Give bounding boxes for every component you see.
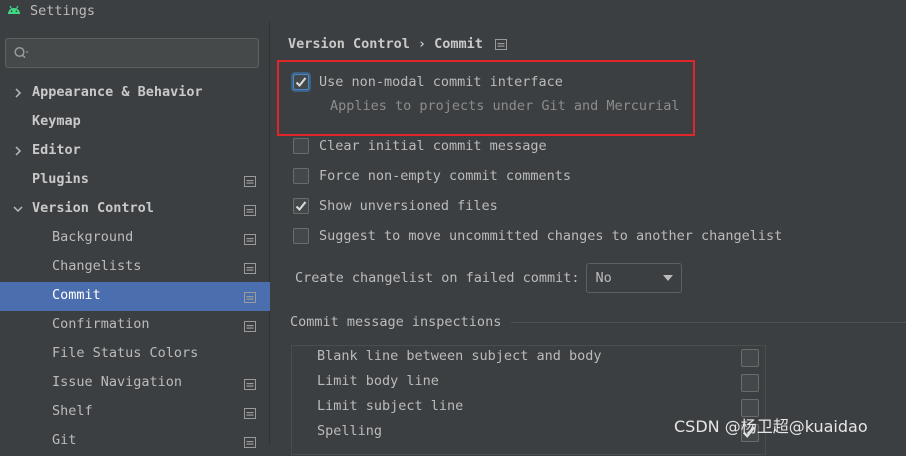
failed-commit-dropdown[interactable]: No <box>586 263 683 293</box>
project-scope-icon <box>244 175 256 187</box>
commit-option-row[interactable]: Show unversioned files <box>293 198 498 214</box>
sidebar-item-label: Changelists <box>52 258 142 274</box>
commit-option-row[interactable]: Force non-empty commit comments <box>293 168 571 184</box>
commit-option-label[interactable]: Force non-empty commit comments <box>319 168 571 184</box>
inspection-label[interactable]: Spelling <box>317 423 382 439</box>
window-title: Settings <box>30 3 96 19</box>
sidebar-item-label: Version Control <box>32 200 154 216</box>
non-modal-commit-option[interactable]: Use non-modal commit interface <box>293 74 563 90</box>
inspections-table: Blank line between subject and body Limit… <box>291 345 766 455</box>
failed-commit-row: Create changelist on failed commit: No <box>295 263 683 293</box>
section-divider <box>511 321 906 323</box>
commit-option-row[interactable]: Suggest to move uncommitted changes to a… <box>293 228 782 244</box>
commit-option-label[interactable]: Suggest to move uncommitted changes to a… <box>319 228 782 244</box>
sidebar-item-version-control[interactable]: Version Control <box>0 195 270 224</box>
project-scope-icon <box>244 378 256 390</box>
commit-option-label[interactable]: Show unversioned files <box>319 198 498 214</box>
android-icon <box>8 5 20 14</box>
sidebar-item-label: Appearance & Behavior <box>32 84 203 100</box>
sidebar-item-background[interactable]: Background <box>0 224 270 253</box>
sidebar-item-file-status-colors[interactable]: File Status Colors <box>0 340 270 369</box>
inspection-label[interactable]: Blank line between subject and body <box>317 348 601 364</box>
sidebar-item-appearance-behavior[interactable]: Appearance & Behavior <box>0 79 270 108</box>
sidebar-item-keymap[interactable]: Keymap <box>0 108 270 137</box>
breadcrumb: Version Control › Commit <box>288 36 507 52</box>
sidebar-item-label: Confirmation <box>52 316 150 332</box>
project-scope-icon <box>244 233 256 245</box>
check-icon <box>295 201 307 211</box>
failed-commit-label: Create changelist on failed commit: <box>295 270 580 286</box>
dropdown-value: No <box>595 270 612 286</box>
chevron-right-icon[interactable] <box>12 145 24 157</box>
sidebar-item-git[interactable]: Git <box>0 427 270 456</box>
project-scope-icon <box>244 407 256 419</box>
non-modal-commit-checkbox[interactable] <box>293 74 309 90</box>
commit-option-row[interactable]: Clear initial commit message <box>293 138 547 154</box>
commit-option-checkbox[interactable] <box>293 138 309 154</box>
sidebar-item-label: Keymap <box>32 113 81 129</box>
sidebar-item-label: Git <box>52 432 77 448</box>
sidebar-item-label: Shelf <box>52 403 93 419</box>
sidebar-item-issue-navigation[interactable]: Issue Navigation <box>0 369 270 398</box>
sidebar-item-label: Plugins <box>32 171 89 187</box>
breadcrumb-parent: Version Control <box>288 36 410 52</box>
sidebar-item-plugins[interactable]: Plugins <box>0 166 270 195</box>
sidebar-item-editor[interactable]: Editor <box>0 137 270 166</box>
commit-option-checkbox[interactable] <box>293 168 309 184</box>
project-scope-icon <box>244 291 256 303</box>
search-icon[interactable] <box>13 45 29 61</box>
project-scope-icon <box>244 436 256 448</box>
breadcrumb-separator: › <box>417 36 427 52</box>
commit-option-label[interactable]: Clear initial commit message <box>319 138 547 154</box>
sidebar-item-commit[interactable]: Commit <box>0 282 270 311</box>
chevron-down-icon[interactable] <box>12 203 24 215</box>
title-bar: Settings <box>0 0 906 22</box>
inspection-checkbox[interactable] <box>741 349 759 367</box>
inspection-label[interactable]: Limit subject line <box>317 398 463 414</box>
project-scope-icon <box>244 262 256 274</box>
sidebar-item-label: Editor <box>32 142 81 158</box>
breadcrumb-current: Commit <box>434 36 483 52</box>
sidebar-item-label: File Status Colors <box>52 345 199 361</box>
settings-search-field[interactable] <box>5 38 259 68</box>
sidebar-item-label: Background <box>52 229 134 245</box>
settings-sidebar: Appearance & Behavior Keymap Editor Plugins… <box>0 22 270 448</box>
commit-settings-panel: Version Control › Commit Use non-modal c… <box>271 22 906 455</box>
sidebar-item-changelists[interactable]: Changelists <box>0 253 270 282</box>
commit-option-checkbox[interactable] <box>293 228 309 244</box>
non-modal-hint: Applies to projects under Git and Mercur… <box>330 98 680 114</box>
inspection-label[interactable]: Limit body line <box>317 373 439 389</box>
inspections-title: Commit message inspections <box>290 314 502 330</box>
chevron-right-icon[interactable] <box>12 87 24 99</box>
commit-option-checkbox[interactable] <box>293 198 309 214</box>
check-icon <box>295 77 307 87</box>
project-scope-icon <box>494 38 507 50</box>
inspection-checkbox[interactable] <box>741 374 759 392</box>
non-modal-commit-label[interactable]: Use non-modal commit interface <box>319 74 563 90</box>
chevron-down-icon <box>663 275 674 281</box>
sidebar-item-label: Commit <box>52 287 101 303</box>
sidebar-item-shelf[interactable]: Shelf <box>0 398 270 427</box>
project-scope-icon <box>244 204 256 216</box>
csdn-watermark: CSDN @杨卫超@kuaidao <box>674 417 868 436</box>
project-scope-icon <box>244 320 256 332</box>
inspections-section-title: Commit message inspections <box>290 314 906 330</box>
sidebar-item-confirmation[interactable]: Confirmation <box>0 311 270 340</box>
sidebar-item-label: Issue Navigation <box>52 374 183 390</box>
